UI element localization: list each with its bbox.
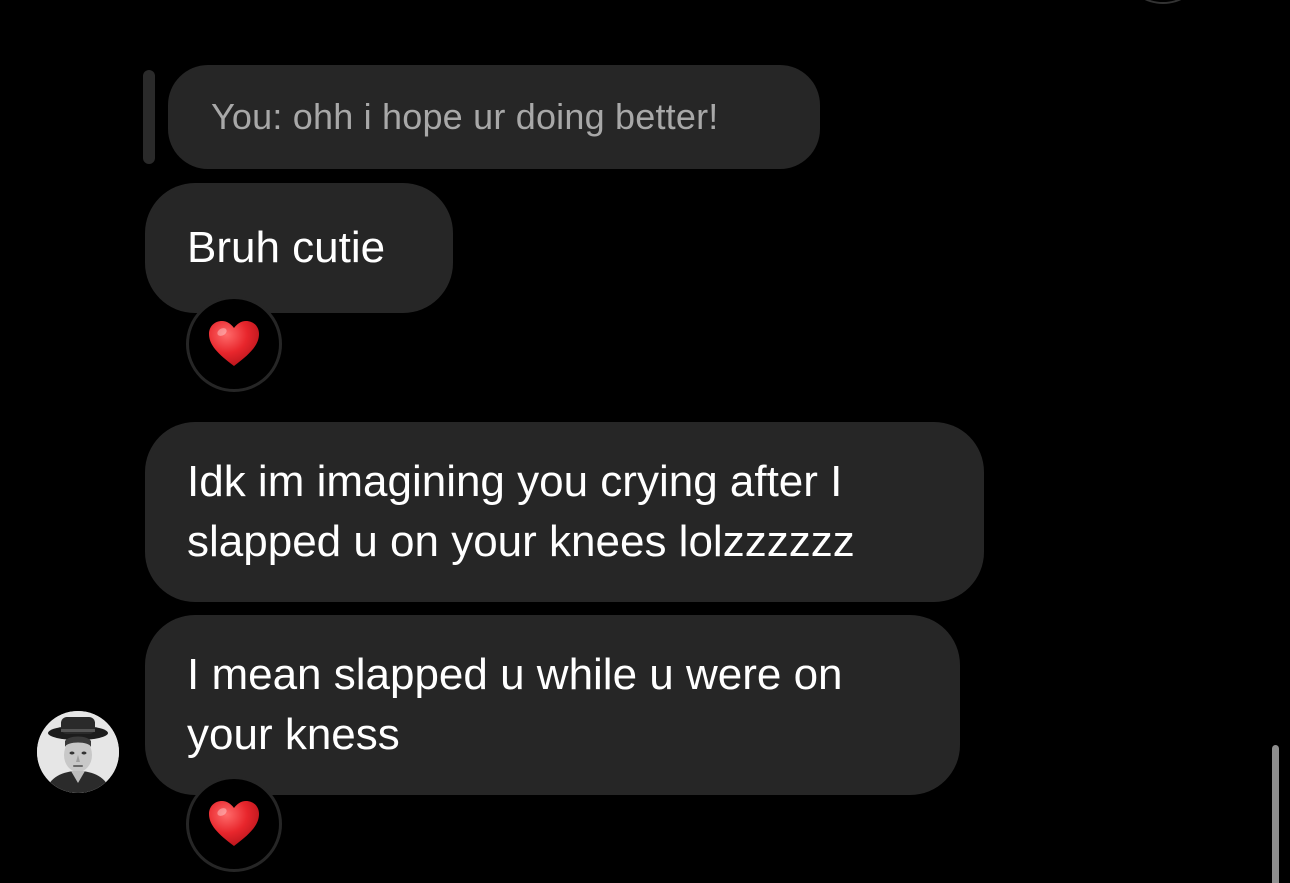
reply-preview-bubble[interactable]: You: ohh i hope ur doing better! bbox=[168, 65, 820, 169]
message-bubble[interactable]: Bruh cutie bbox=[145, 183, 453, 313]
avatar-photo-icon bbox=[37, 711, 119, 793]
reaction-badge[interactable] bbox=[186, 776, 282, 872]
reply-preview-text: You: ohh i hope ur doing better! bbox=[211, 96, 719, 137]
reaction-badge[interactable] bbox=[186, 296, 282, 392]
avatar-partial-outline bbox=[1130, 0, 1196, 4]
message-bubble[interactable]: I mean slapped u while u were on your kn… bbox=[145, 615, 960, 795]
message-text: Bruh cutie bbox=[187, 223, 386, 272]
message-text: I mean slapped u while u were on your kn… bbox=[187, 650, 843, 759]
message-text: Idk im imagining you crying after I slap… bbox=[187, 457, 855, 566]
heart-emoji-icon bbox=[209, 801, 259, 846]
scrollbar-thumb[interactable] bbox=[1272, 745, 1279, 883]
reply-indicator-bar bbox=[143, 70, 155, 164]
contact-avatar[interactable] bbox=[37, 711, 119, 793]
heart-emoji-icon bbox=[209, 321, 259, 366]
chat-thread: You: ohh i hope ur doing better! Bruh cu… bbox=[0, 0, 1290, 883]
message-bubble[interactable]: Idk im imagining you crying after I slap… bbox=[145, 422, 984, 602]
